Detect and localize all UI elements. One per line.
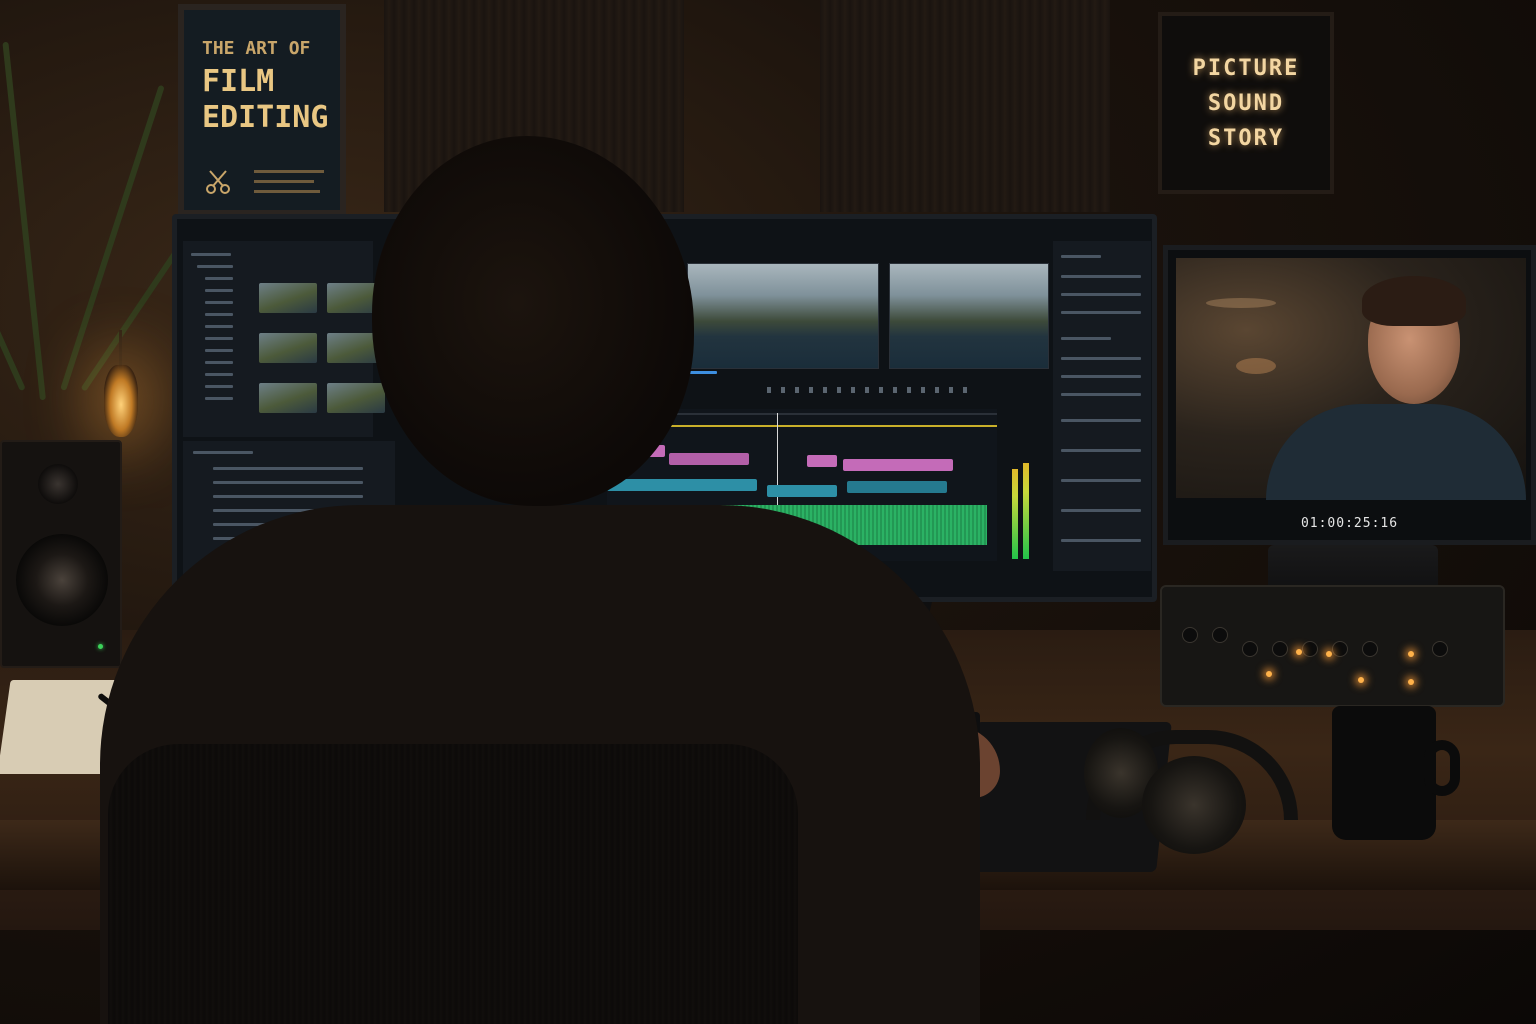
scissors-icon <box>204 168 232 196</box>
editing-studio-scene: THE ART OF FILM EDITING PICTURE SOUND ST… <box>0 0 1536 1024</box>
studio-speaker <box>0 440 122 668</box>
edison-bulb <box>104 365 138 437</box>
media-thumbnail[interactable] <box>259 383 317 413</box>
audio-meter-left <box>1012 469 1018 559</box>
poster-line-1: THE ART OF <box>202 38 311 59</box>
interviewee-shirt <box>1266 404 1526 500</box>
film-editing-poster: THE ART OF FILM EDITING <box>178 4 346 216</box>
program-viewer[interactable] <box>889 263 1049 369</box>
interviewee-hair <box>1362 276 1466 326</box>
poster-line-2: FILM <box>202 64 275 99</box>
media-thumbnail[interactable] <box>259 283 317 313</box>
picture-sound-story-sign: PICTURE SOUND STORY <box>1158 12 1334 194</box>
coffee-mug <box>1332 706 1436 840</box>
client-monitor: 01:00:25:16 <box>1163 245 1536 545</box>
media-thumbnail[interactable] <box>327 383 385 413</box>
interview-frame <box>1176 258 1526 500</box>
viewer-timecode <box>687 371 717 374</box>
monitor-timecode: 01:00:25:16 <box>1300 516 1399 531</box>
source-viewer[interactable] <box>687 263 879 369</box>
audio-meter-right <box>1023 463 1029 559</box>
poster-line-3: EDITING <box>202 100 329 135</box>
sign-line-1: PICTURE <box>1192 55 1300 81</box>
inspector-panel <box>1053 241 1151 571</box>
sign-line-3: STORY <box>1207 125 1285 151</box>
lamp-cord <box>119 330 122 370</box>
mesh-office-chair <box>108 744 798 1024</box>
transport-controls[interactable] <box>767 387 967 393</box>
media-bin-panel <box>183 241 385 437</box>
mug-handle <box>1424 740 1460 796</box>
sign-line-2: SOUND <box>1207 90 1285 116</box>
audio-interface <box>1160 585 1505 707</box>
media-thumbnail[interactable] <box>259 333 317 363</box>
acoustic-panel-right <box>820 0 1110 212</box>
